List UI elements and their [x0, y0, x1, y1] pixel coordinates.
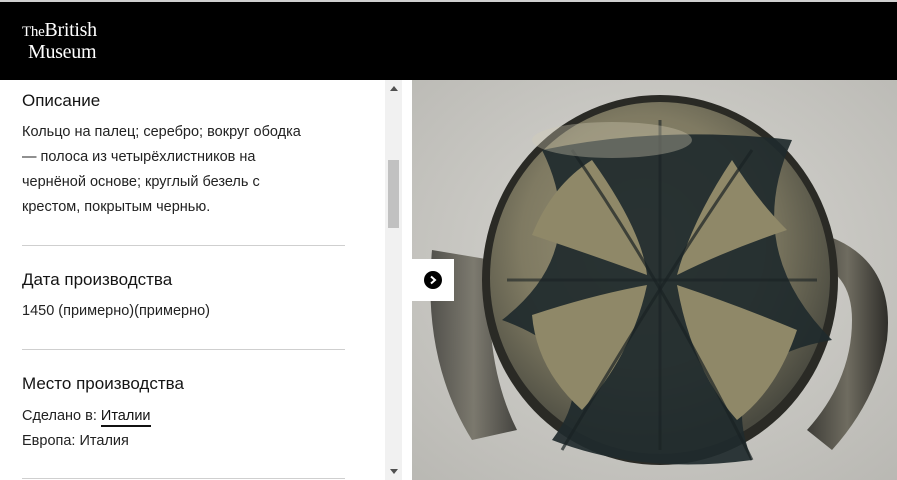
- logo-museum: Museum: [28, 41, 97, 63]
- production-date-heading: Дата производства: [22, 270, 173, 289]
- logo-british: British: [44, 19, 97, 41]
- ring-photo: [412, 80, 897, 480]
- region-text: Европа: Италия: [22, 433, 129, 449]
- divider: [22, 349, 345, 350]
- divider: [22, 245, 345, 246]
- chevron-right-icon: [424, 271, 442, 289]
- panel-gap: [402, 80, 412, 480]
- description-line: — полоса из четырёхлистников на: [22, 149, 256, 165]
- production-date-value: 1450 (примерно)(примерно): [22, 303, 210, 319]
- site-header: TheBritish Museum: [0, 0, 897, 80]
- british-museum-logo[interactable]: TheBritish Museum: [22, 20, 97, 62]
- made-in-link[interactable]: Италии: [100, 408, 151, 427]
- logo-the: The: [22, 24, 45, 40]
- divider: [22, 478, 345, 479]
- next-image-button[interactable]: [412, 259, 454, 301]
- description-line: Кольцо на палец; серебро; вокруг ободка: [22, 124, 301, 140]
- details-panel: Описание Кольцо на палец; серебро; вокру…: [0, 80, 385, 480]
- scroll-down-arrow[interactable]: [385, 463, 402, 480]
- details-scrollbar[interactable]: [385, 80, 402, 480]
- description-line: крестом, покрытым чернью.: [22, 199, 211, 215]
- description-text: Кольцо на палец; серебро; вокруг ободка …: [22, 120, 352, 220]
- description-line: чернёной основе; круглый безель с: [22, 174, 260, 190]
- object-image[interactable]: [412, 80, 897, 480]
- production-place-heading: Место производства: [22, 374, 184, 393]
- made-in-row: Сделано в: Италии: [22, 404, 151, 429]
- description-heading: Описание: [22, 91, 101, 110]
- scroll-up-arrow[interactable]: [385, 80, 402, 97]
- scrollbar-thumb[interactable]: [388, 160, 399, 228]
- made-in-label: Сделано в:: [22, 408, 97, 424]
